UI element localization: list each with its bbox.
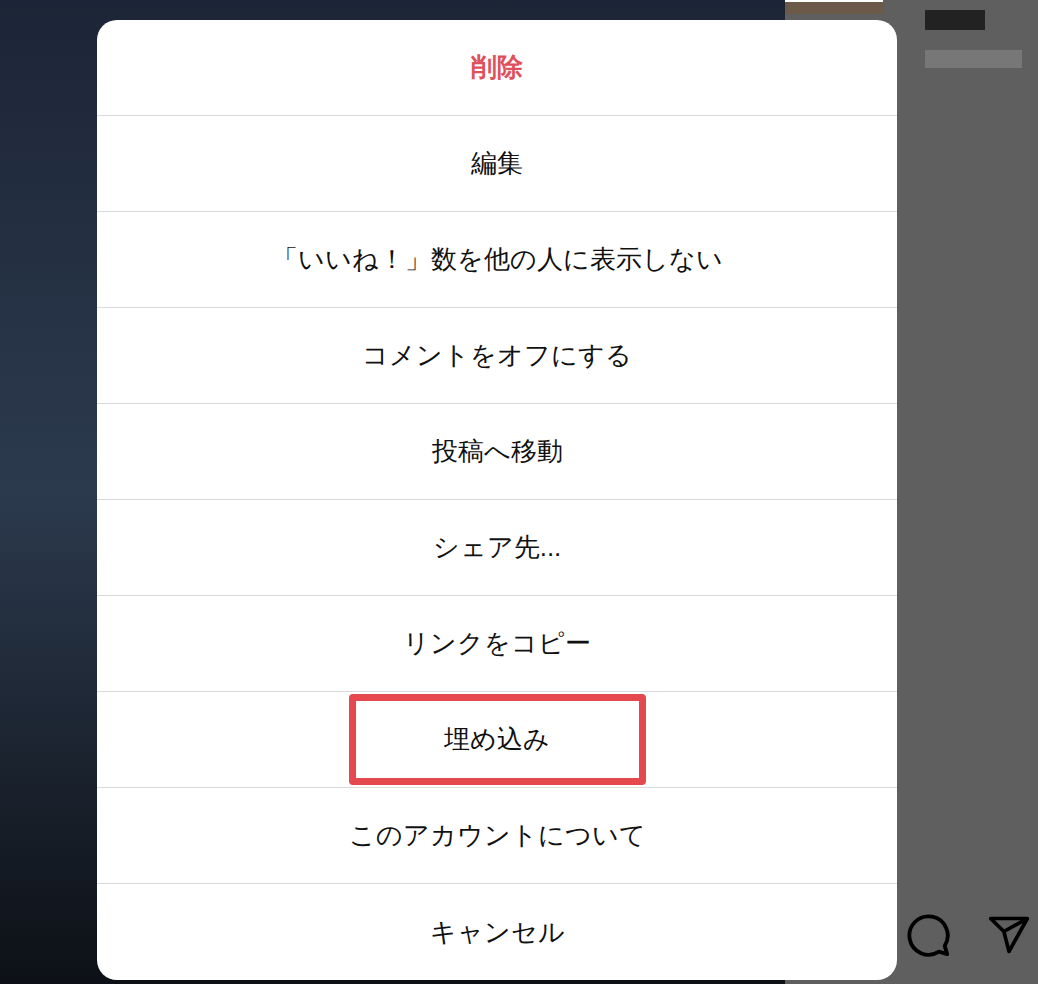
menu-item[interactable]: 埋め込み [97,692,897,788]
menu-item[interactable]: シェア先... [97,500,897,596]
menu-item[interactable]: 編集 [97,116,897,212]
menu-item[interactable]: リンクをコピー [97,596,897,692]
send-icon[interactable] [987,913,1031,957]
menu-item[interactable]: コメントをオフにする [97,308,897,404]
screen: 削除編集「いいね！」数を他の人に表示しないコメントをオフにする投稿へ移動シェア先… [0,0,1038,984]
menu-item[interactable]: キャンセル [97,884,897,980]
menu-item[interactable]: 「いいね！」数を他の人に表示しない [97,212,897,308]
menu-item[interactable]: 削除 [97,20,897,116]
highlight-box: 埋め込み [349,694,646,785]
redacted-text [925,50,1022,68]
redacted-name [925,10,985,30]
comment-icon[interactable] [905,912,951,958]
avatar-thumbnail [785,0,883,14]
action-sheet: 削除編集「いいね！」数を他の人に表示しないコメントをオフにする投稿へ移動シェア先… [97,20,897,980]
menu-item[interactable]: このアカウントについて [97,788,897,884]
menu-item[interactable]: 投稿へ移動 [97,404,897,500]
